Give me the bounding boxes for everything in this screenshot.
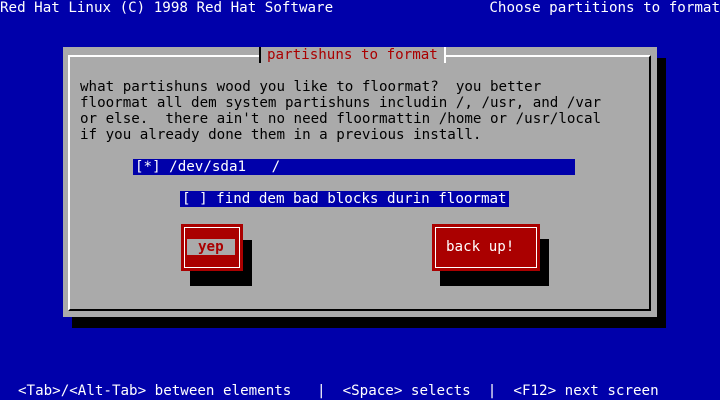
- window-title: Red Hat Linux (C) 1998 Red Hat Software: [0, 0, 334, 16]
- message-line: if you already done them in a previous i…: [80, 127, 482, 143]
- help-line: <Tab>/<Alt-Tab> between elements | <Spac…: [18, 383, 659, 399]
- partition-item-sda1[interactable]: [*] /dev/sda1 /: [135, 159, 280, 175]
- yep-button-label: yep: [187, 239, 235, 255]
- dialog-message: what partishuns wood you like to floorma…: [80, 79, 601, 143]
- partition-listbox[interactable]: [*] /dev/sda1 /: [133, 159, 575, 175]
- yep-button[interactable]: yep: [181, 224, 243, 271]
- message-line: what partishuns wood you like to floorma…: [80, 79, 542, 95]
- dialog-title: partishuns to format: [259, 47, 446, 63]
- partition-format-dialog: partishuns to format what partishuns woo…: [63, 47, 657, 317]
- back-up-button[interactable]: back up!: [432, 224, 540, 271]
- message-line: floormat all dem system partishuns inclu…: [80, 95, 602, 111]
- screen-title: Choose partitions to format: [489, 0, 720, 16]
- back-up-button-label: back up!: [446, 239, 515, 255]
- message-line: or else. there ain't no need floormattin…: [80, 111, 602, 127]
- bad-blocks-checkbox[interactable]: [ ] find dem bad blocks durin floormat: [180, 191, 509, 207]
